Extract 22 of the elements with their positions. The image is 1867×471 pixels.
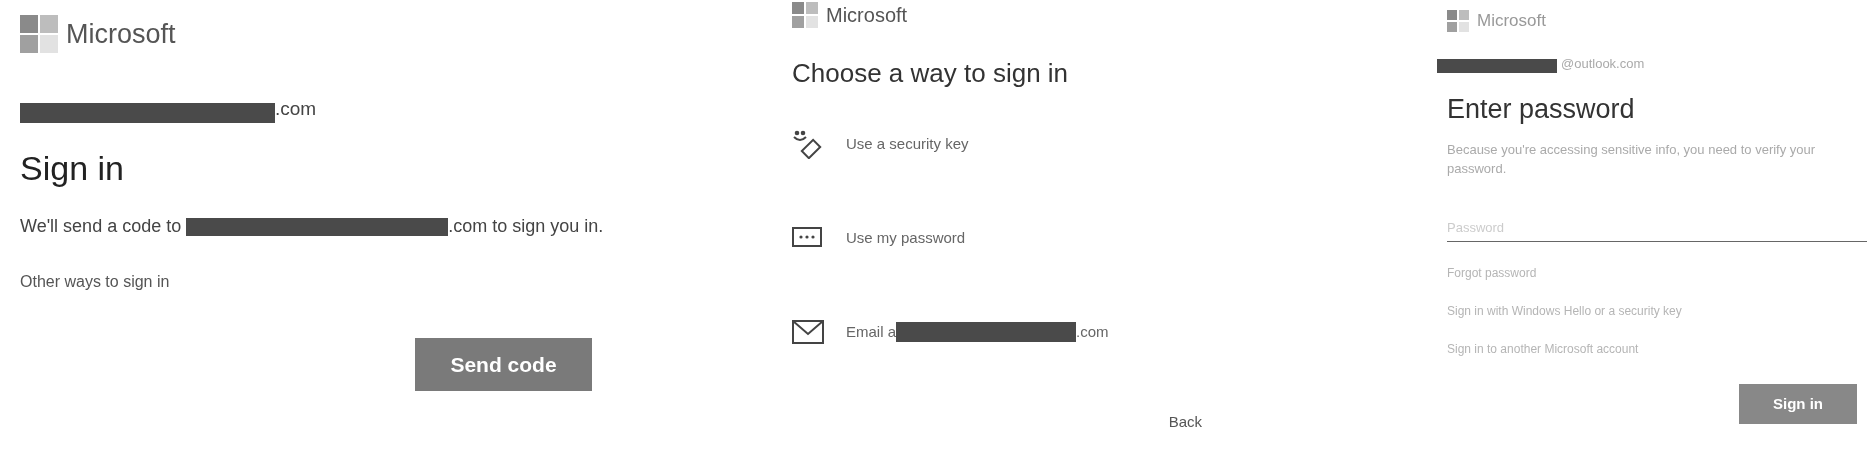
logo-icon xyxy=(20,15,58,54)
usb-key-icon xyxy=(792,129,824,159)
message-text: We'll send a code to .com to sign you in. xyxy=(20,215,605,239)
sign-in-option[interactable]: Use a security key xyxy=(792,127,1207,161)
other-ways-link[interactable]: Other ways to sign in xyxy=(20,270,170,294)
page-title: Sign in xyxy=(20,148,125,189)
sign-in-option[interactable]: Email a .com xyxy=(792,315,1207,349)
brand-name: Microsoft xyxy=(1477,10,1546,32)
message-text: Because you're accessing sensitive info, you need to verify your password. xyxy=(1447,140,1817,178)
sign-in-button[interactable]: Sign in xyxy=(1739,384,1857,424)
page-title: Enter password xyxy=(1447,93,1636,126)
sign-in-option[interactable]: Use my password xyxy=(792,221,1207,255)
back-button[interactable]: Back xyxy=(1168,411,1202,434)
brand-name: Microsoft xyxy=(66,18,176,51)
brand-name: Microsoft xyxy=(826,3,908,28)
email-text: .com xyxy=(275,96,317,121)
logo-icon xyxy=(1447,9,1469,32)
logo-icon xyxy=(792,2,818,28)
email-text: @outlook.com xyxy=(1561,54,1645,73)
envelope-icon xyxy=(792,317,824,347)
page-title: Choose a way to sign in xyxy=(792,57,1070,90)
send-code-button[interactable]: Send code xyxy=(415,338,592,391)
